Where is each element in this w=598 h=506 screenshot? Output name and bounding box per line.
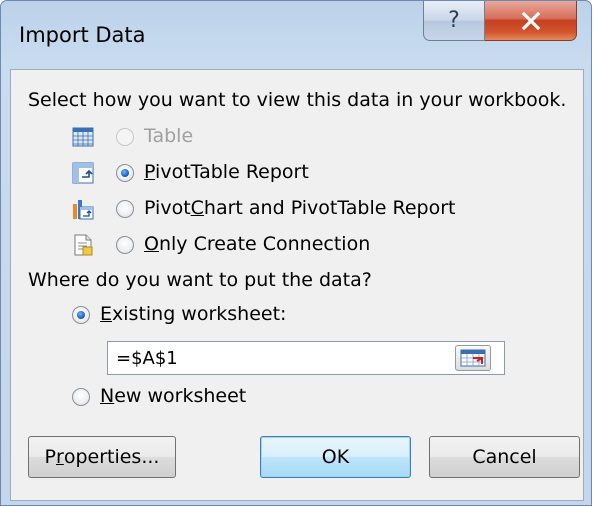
- dialog-body: Select how you want to view this data in…: [10, 69, 584, 501]
- pivottable-option-label: PivotTable Report: [144, 161, 309, 183]
- table-radio[interactable]: [116, 128, 134, 146]
- close-button[interactable]: [485, 1, 577, 41]
- help-button[interactable]: ?: [423, 1, 485, 41]
- connection-option-label: Only Create Connection: [144, 233, 371, 255]
- close-icon: [521, 11, 540, 30]
- pivotchart-icon: [73, 200, 94, 220]
- properties-button[interactable]: Pr operties...: [28, 436, 176, 478]
- location-prompt: Where do you want to put the data?: [28, 269, 372, 291]
- new-worksheet-label: New worksheet: [100, 385, 247, 407]
- existing-worksheet-label: Existing worksheet:: [100, 303, 287, 325]
- pivottable-radio[interactable]: [116, 164, 134, 182]
- existing-worksheet-radio[interactable]: [72, 306, 90, 324]
- help-icon: ?: [448, 8, 460, 33]
- new-worksheet-radio[interactable]: [72, 388, 90, 406]
- view-prompt: Select how you want to view this data in…: [28, 89, 567, 111]
- range-select-icon: [460, 349, 486, 367]
- connection-icon: [74, 234, 93, 256]
- collapse-dialog-button[interactable]: [455, 345, 491, 371]
- dialog-title: Import Data: [19, 23, 146, 47]
- connection-radio[interactable]: [116, 236, 134, 254]
- pivotchart-option-label: PivotChart and PivotTable Report: [144, 197, 456, 219]
- caption-buttons: ?: [423, 1, 577, 41]
- table-icon: [72, 127, 94, 147]
- reference-input[interactable]: =$A$1: [107, 341, 505, 375]
- title-bar[interactable]: Import Data ?: [1, 1, 591, 69]
- ok-button[interactable]: OK: [260, 436, 411, 478]
- cancel-button[interactable]: Cancel: [429, 436, 580, 478]
- table-option-label: Table: [144, 125, 194, 147]
- import-data-dialog: Import Data ? Select how you want to vie…: [0, 0, 592, 506]
- pivottable-icon: [72, 162, 94, 184]
- pivotchart-radio[interactable]: [116, 200, 134, 218]
